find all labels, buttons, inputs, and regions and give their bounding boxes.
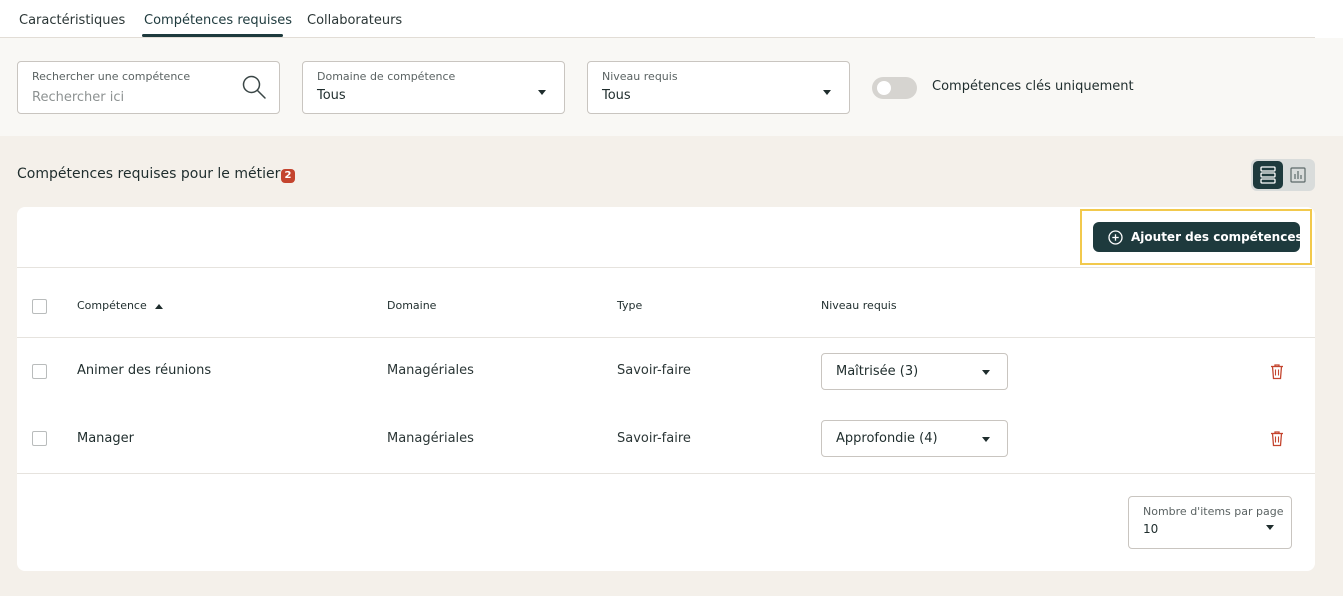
tab-bar: Caractéristiques Compétences requises Co… xyxy=(0,0,1315,38)
divider xyxy=(17,473,1315,474)
column-header-competence[interactable]: Compétence xyxy=(77,299,147,312)
level-select[interactable]: Niveau requis Tous xyxy=(587,61,850,114)
sort-ascending-icon[interactable] xyxy=(155,304,163,309)
level-dropdown[interactable]: Maîtrisée (3) xyxy=(821,353,1008,390)
add-skills-button[interactable]: Ajouter des compétences xyxy=(1093,222,1303,252)
domain-label: Domaine de compétence xyxy=(317,70,456,83)
toggle-knob xyxy=(877,81,891,95)
row-checkbox[interactable] xyxy=(32,364,47,379)
chevron-down-icon xyxy=(823,90,831,95)
chart-view-button[interactable] xyxy=(1283,161,1313,189)
tab-caracteristiques[interactable]: Caractéristiques xyxy=(19,13,125,28)
filter-bar: Rechercher une compétence Rechercher ici… xyxy=(0,38,1343,136)
list-view-icon xyxy=(1260,166,1276,184)
chevron-down-icon xyxy=(538,90,546,95)
divider xyxy=(17,337,1315,338)
level-value: Tous xyxy=(602,88,631,103)
trash-icon[interactable] xyxy=(1269,363,1285,380)
cell-type: Savoir-faire xyxy=(617,431,691,446)
active-tab-indicator xyxy=(142,34,283,37)
domain-value: Tous xyxy=(317,88,346,103)
level-label: Niveau requis xyxy=(602,70,678,83)
add-skills-label: Ajouter des compétences xyxy=(1131,230,1303,244)
items-per-page-select[interactable]: Nombre d'items par page 10 xyxy=(1128,496,1292,549)
cell-domaine: Managériales xyxy=(387,363,474,378)
chevron-down-icon xyxy=(1266,525,1274,530)
chevron-down-icon xyxy=(982,437,990,442)
items-per-page-label: Nombre d'items par page xyxy=(1143,505,1284,518)
level-dropdown-value: Approfondie (4) xyxy=(836,431,938,446)
tab-collaborateurs[interactable]: Collaborateurs xyxy=(307,13,402,28)
key-skills-toggle[interactable] xyxy=(872,77,917,99)
section-title: Compétences requises pour le métier xyxy=(17,166,281,182)
search-label: Rechercher une compétence xyxy=(32,70,191,83)
plus-circle-icon xyxy=(1108,230,1123,245)
level-dropdown-value: Maîtrisée (3) xyxy=(836,364,919,379)
level-dropdown[interactable]: Approfondie (4) xyxy=(821,420,1008,457)
search-input[interactable]: Rechercher une compétence Rechercher ici xyxy=(17,61,280,114)
row-checkbox[interactable] xyxy=(32,431,47,446)
cell-type: Savoir-faire xyxy=(617,363,691,378)
list-view-button[interactable] xyxy=(1253,161,1283,189)
count-badge: 2 xyxy=(281,169,295,183)
trash-icon[interactable] xyxy=(1269,430,1285,447)
cell-competence: Animer des réunions xyxy=(77,363,212,378)
domain-select[interactable]: Domaine de compétence Tous xyxy=(302,61,565,114)
column-header-niveau: Niveau requis xyxy=(821,299,897,312)
search-placeholder: Rechercher ici xyxy=(32,90,125,105)
column-header-type: Type xyxy=(617,299,643,312)
tab-competences-requises[interactable]: Compétences requises xyxy=(144,13,292,28)
chevron-down-icon xyxy=(982,370,990,375)
column-header-domaine: Domaine xyxy=(387,299,437,312)
chart-view-icon xyxy=(1290,167,1306,183)
key-skills-toggle-label: Compétences clés uniquement xyxy=(932,79,1134,94)
select-all-checkbox[interactable] xyxy=(32,299,47,314)
search-icon[interactable] xyxy=(241,74,267,100)
divider xyxy=(17,267,1315,268)
view-toggle xyxy=(1251,159,1315,191)
items-per-page-value: 10 xyxy=(1143,522,1159,536)
cell-domaine: Managériales xyxy=(387,431,474,446)
cell-competence: Manager xyxy=(77,431,134,446)
